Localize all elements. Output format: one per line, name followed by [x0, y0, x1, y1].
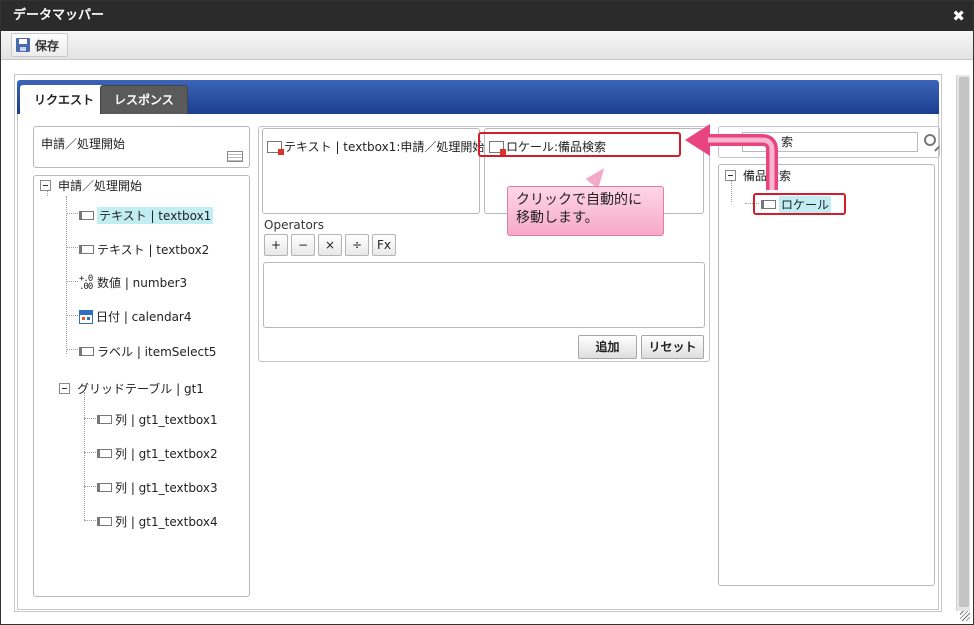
source-tree-item[interactable]: +.0.00 数値 | number3	[79, 274, 187, 291]
source-slot-item[interactable]: テキスト | textbox1:申請／処理開始	[267, 138, 484, 155]
source-slot[interactable]: テキスト | textbox1:申請／処理開始	[262, 128, 484, 214]
tree-connector	[66, 213, 78, 214]
tree-connector	[84, 520, 96, 521]
source-tree-item-label: テキスト | textbox2	[97, 243, 210, 257]
source-form-title: 申請／処理開始	[41, 137, 126, 151]
highlight-box-target-item	[753, 193, 846, 215]
source-tree-item-label: 数値 | number3	[97, 276, 188, 290]
tree-connector	[66, 349, 78, 350]
number-icon: +.0.00	[79, 273, 93, 292]
arrow-shaft	[708, 134, 778, 190]
floppy-disk-icon	[16, 38, 30, 52]
scrollbar-thumb[interactable]	[959, 77, 969, 607]
arrow-annotation	[685, 124, 778, 190]
calendar-icon	[79, 309, 93, 324]
save-button[interactable]: 保存	[11, 33, 69, 57]
arrow-head-icon	[685, 124, 710, 156]
operator-minus-button[interactable]: −	[291, 234, 315, 256]
textbox-icon	[79, 245, 94, 254]
target-tree	[718, 164, 935, 586]
textbox-icon	[97, 483, 112, 492]
tree-connector	[66, 315, 78, 316]
source-tree-item-label: テキスト | textbox1	[97, 207, 214, 224]
arrow-highlight	[708, 137, 775, 190]
mapping-field-icon	[267, 140, 284, 155]
toolbar: 保存	[1, 31, 973, 60]
source-form-header: 申請／処理開始	[33, 126, 250, 168]
expression-box[interactable]	[263, 262, 705, 328]
source-tree-column[interactable]: 列 | gt1_textbox3	[97, 479, 218, 496]
operator-divide-button[interactable]: ÷	[345, 234, 369, 256]
highlight-box-target-slot	[478, 132, 681, 157]
resize-grip-icon[interactable]	[960, 611, 970, 621]
save-label: 保存	[35, 38, 60, 53]
vertical-scrollbar[interactable]	[956, 75, 970, 611]
tree-connector	[66, 247, 78, 248]
source-tree-item[interactable]: ラベル | itemSelect5	[79, 343, 216, 360]
source-tree-column[interactable]: 列 | gt1_textbox1	[97, 411, 218, 428]
title-bar: データマッパー ✖	[1, 1, 973, 31]
textbox-icon	[97, 517, 112, 526]
textbox-icon	[97, 415, 112, 424]
source-tree-column-label: 列 | gt1_textbox4	[115, 515, 218, 529]
source-tree-item[interactable]: 日付 | calendar4	[79, 308, 192, 325]
tab-response[interactable]: レスポンス	[100, 85, 188, 115]
source-tree-root-label: 申請／処理開始	[58, 179, 143, 193]
tab-request[interactable]: リクエスト	[20, 85, 109, 115]
tree-connector	[84, 392, 85, 520]
source-slot-label: テキスト | textbox1:申請／処理開始	[284, 140, 485, 154]
window-title: データマッパー	[13, 8, 105, 23]
callout-line: 移動します。	[516, 210, 599, 226]
source-tree-grid[interactable]: グリッドテーブル | gt1	[59, 380, 204, 397]
source-tree-column-label: 列 | gt1_textbox3	[115, 481, 218, 495]
reset-button[interactable]: リセット	[641, 335, 704, 359]
source-tree-column[interactable]: 列 | gt1_textbox2	[97, 445, 218, 462]
textbox-icon	[79, 211, 94, 220]
tree-connector	[66, 281, 78, 282]
source-tree-column-label: 列 | gt1_textbox2	[115, 447, 218, 461]
source-tree-grid-label: グリッドテーブル | gt1	[77, 382, 204, 396]
add-button[interactable]: 追加	[578, 335, 637, 359]
form-list-icon[interactable]	[227, 151, 243, 162]
operators-label: Operators	[264, 218, 324, 232]
source-tree-item-label: 日付 | calendar4	[96, 310, 192, 324]
tree-connector	[66, 196, 67, 354]
operator-plus-button[interactable]: +	[264, 234, 288, 256]
tab-bar: リクエスト レスポンス	[17, 80, 939, 115]
search-icon[interactable]	[924, 134, 936, 146]
operator-function-button[interactable]: Fx	[372, 234, 396, 256]
source-tree-item-label: ラベル | itemSelect5	[97, 345, 217, 359]
callout-line: クリックで自動的に	[516, 192, 642, 208]
source-tree-item[interactable]: テキスト | textbox1	[79, 207, 214, 224]
callout-note: クリックで自動的に 移動します。	[507, 186, 664, 236]
source-tree-column-label: 列 | gt1_textbox1	[115, 413, 218, 427]
tree-connector	[84, 452, 96, 453]
textbox-icon	[79, 347, 94, 356]
collapse-icon[interactable]	[40, 180, 51, 191]
tree-connector	[84, 486, 96, 487]
textbox-icon	[97, 449, 112, 458]
source-tree-item[interactable]: テキスト | textbox2	[79, 241, 209, 258]
collapse-icon[interactable]	[59, 383, 70, 394]
operator-multiply-button[interactable]: ×	[318, 234, 342, 256]
close-icon[interactable]: ✖	[952, 1, 965, 31]
tree-connector	[84, 418, 96, 419]
source-tree-column[interactable]: 列 | gt1_textbox4	[97, 513, 218, 530]
source-tree-root[interactable]: 申請／処理開始	[40, 177, 142, 194]
